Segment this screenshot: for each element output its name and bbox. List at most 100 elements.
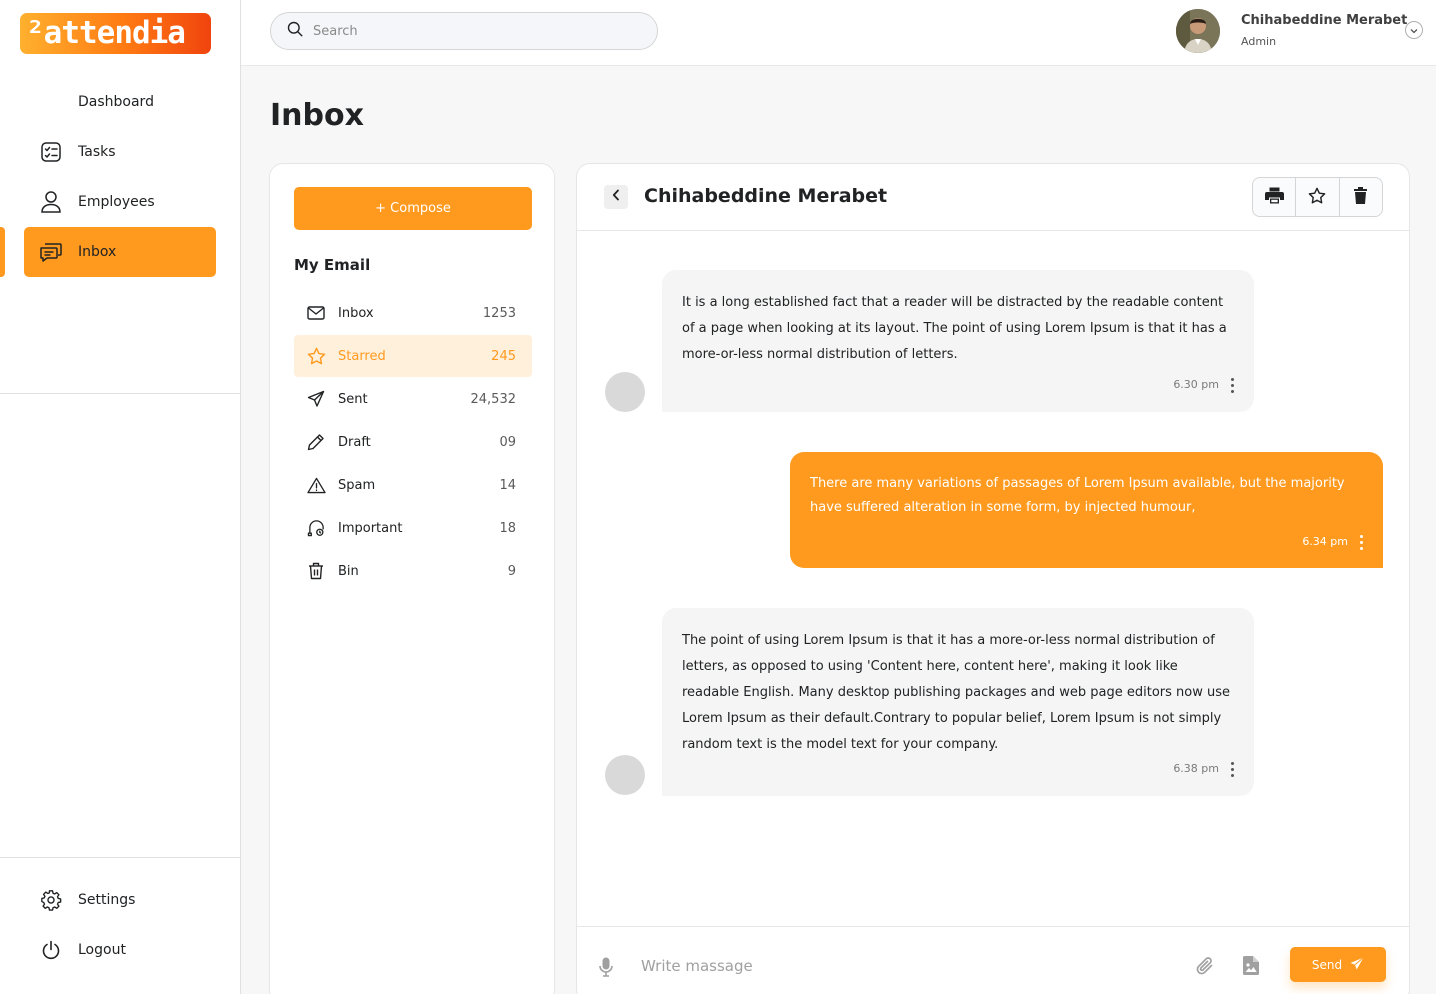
chevron-left-icon [612,189,620,205]
message-text: The point of using Lorem Ipsum is that i… [682,633,1231,752]
sidebar-item-inbox[interactable]: Inbox [24,227,216,277]
message-time: 6.30 pm [1173,378,1219,391]
active-indicator [0,227,5,277]
sidebar-item-label: Employees [78,194,155,210]
sidebar-item-dashboard[interactable]: Dashboard [24,77,216,127]
folder-draft[interactable]: Draft 09 [294,421,532,463]
more-vertical-icon[interactable] [1360,534,1363,550]
sidebar-item-tasks[interactable]: Tasks [24,127,216,177]
folder-count: 1253 [482,305,516,321]
chevron-down-icon [1410,22,1418,38]
star-button[interactable] [1296,178,1340,216]
user-menu-dropdown[interactable] [1405,21,1423,39]
power-icon [24,940,78,960]
sidebar-divider [0,857,240,858]
star-icon [294,347,338,365]
search-bar[interactable] [270,12,658,50]
folder-spam[interactable]: Spam 14 [294,464,532,506]
send-icon [1350,956,1364,973]
folder-count: 14 [499,477,516,493]
send-label: Send [1311,957,1343,972]
trash-icon [294,562,338,580]
back-button[interactable] [604,185,628,209]
mail-icon [294,306,338,320]
folder-label: Draft [338,434,371,450]
attendia-logo[interactable]: ²attendia [20,13,211,54]
tasks-icon [24,141,78,163]
message-outgoing: There are many variations of passages of… [790,452,1383,568]
gear-icon [24,889,78,911]
folder-count: 245 [491,348,516,364]
folder-label: Sent [338,391,368,407]
more-vertical-icon[interactable] [1231,761,1234,777]
print-button[interactable] [1253,178,1297,216]
user-role: Admin [1241,35,1277,48]
image-attach-icon[interactable] [1243,956,1259,979]
top-header: Chihabeddine Merabet Admin [241,0,1436,66]
message-input[interactable] [641,951,1161,981]
user-icon [24,190,78,214]
folder-count: 18 [499,520,516,536]
conversation-header: Chihabeddine Merabet [577,164,1409,231]
folder-sent[interactable]: Sent 24,532 [294,378,532,420]
folder-label: Bin [338,563,359,579]
sidebar-item-settings[interactable]: Settings [24,875,216,925]
sidebar-item-label: Inbox [78,244,117,260]
warning-icon [294,477,338,494]
folder-important[interactable]: Important 18 [294,507,532,549]
folder-count: 9 [507,563,516,579]
inbox-icon [24,241,78,263]
folder-label: Starred [338,348,386,364]
sidebar-item-label: Logout [78,942,126,958]
page-title: Inbox [270,98,364,133]
message-text: It is a long established fact that a rea… [682,295,1227,362]
message-composer: Send [577,926,1409,994]
message-incoming: The point of using Lorem Ipsum is that i… [662,608,1254,796]
conversation-actions [1252,177,1383,217]
message-text: There are many variations of passages of… [810,476,1345,515]
folder-count: 24,532 [470,391,517,407]
search-icon [287,21,303,41]
compose-button[interactable]: + Compose [294,187,532,230]
trash-icon [1354,186,1368,208]
conversation-contact-name: Chihabeddine Merabet [644,185,888,207]
user-avatar[interactable] [1176,9,1220,53]
message-meta: 6.38 pm [1173,756,1234,782]
sidebar-item-label: Dashboard [78,94,154,110]
important-icon [294,519,338,537]
printer-icon [1264,187,1284,208]
folder-label: Spam [338,477,376,493]
folder-label: Inbox [338,305,374,321]
folder-label: Important [338,520,403,536]
message-meta: 6.34 pm [1302,530,1363,554]
sidebar-item-label: Settings [78,892,136,908]
search-input[interactable] [313,23,633,39]
send-button[interactable]: Send [1290,947,1386,982]
folder-bin[interactable]: Bin 9 [294,550,532,592]
message-time: 6.38 pm [1173,762,1219,775]
sender-avatar [605,755,645,795]
folder-inbox[interactable]: Inbox 1253 [294,292,532,334]
paperclip-icon[interactable] [1196,956,1214,980]
folder-count: 09 [499,434,516,450]
sidebar-item-logout[interactable]: Logout [24,925,216,975]
pencil-icon [294,433,338,451]
delete-button[interactable] [1340,178,1382,216]
user-name: Chihabeddine Merabet [1241,13,1408,28]
send-icon [294,390,338,408]
sidebar-divider [0,393,240,394]
sidebar-item-employees[interactable]: Employees [24,177,216,227]
sidebar: ²attendia Dashboard Tasks Employees Inbo… [0,0,241,994]
my-email-heading: My Email [294,256,371,274]
more-vertical-icon[interactable] [1231,377,1234,393]
mail-folders-panel: + Compose My Email Inbox 1253 Starred 24… [269,163,555,994]
conversation-panel: Chihabeddine Merabet It is a long establ… [576,163,1410,994]
folder-starred[interactable]: Starred 245 [294,335,532,377]
star-outline-icon [1308,187,1326,208]
sender-avatar [605,372,645,412]
sidebar-item-label: Tasks [78,144,116,160]
message-meta: 6.30 pm [1173,372,1234,398]
message-time: 6.34 pm [1302,535,1348,548]
message-incoming: It is a long established fact that a rea… [662,270,1254,412]
microphone-icon[interactable] [599,957,613,981]
